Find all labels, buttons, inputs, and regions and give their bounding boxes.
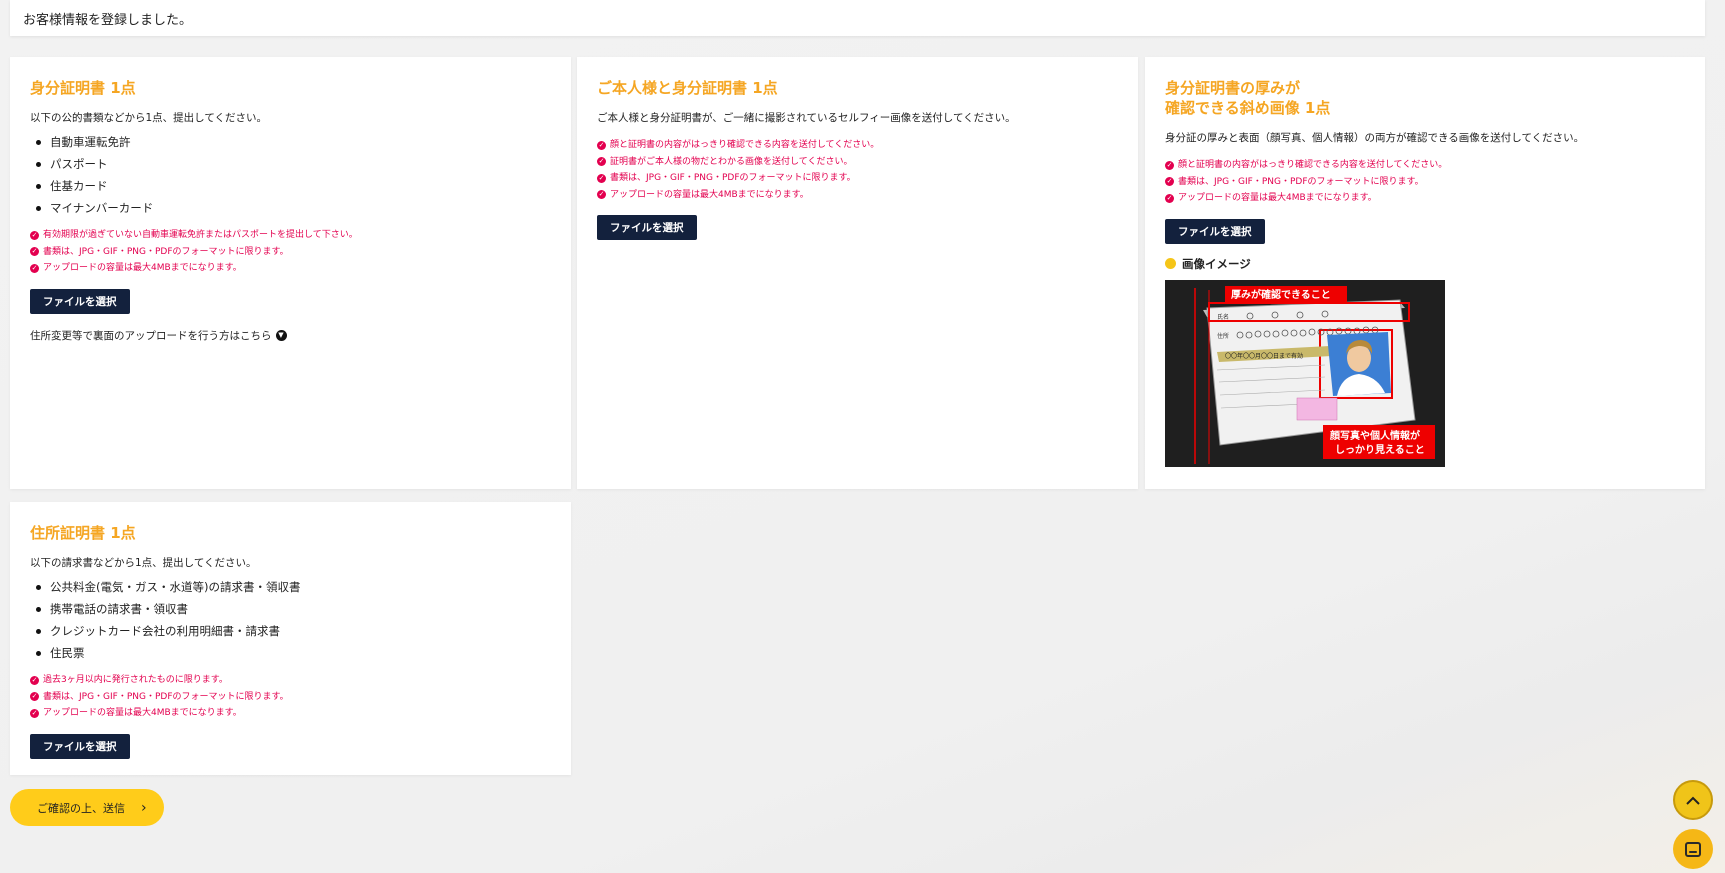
image-sample-label: 画像イメージ: [1165, 256, 1685, 272]
notes: ✓ 過去3ヶ月以内に発行されたものに限ります。 ✓ 書類は、JPG・GIF・PNG・…: [30, 672, 551, 722]
svg-text:しっかり見えること: しっかり見えること: [1335, 444, 1425, 456]
dot-icon: [1165, 258, 1176, 269]
address-change-link[interactable]: 住所変更等で裏面のアップロードを行う方はこちら ▼: [30, 328, 551, 343]
notes: ✓ 顔と証明書の内容がはっきり確認できる内容を送付してください。 ✓ 証明書がご本人…: [597, 137, 1118, 203]
card-selfie: ご本人様と身分証明書 1点 ご本人様と身分証明書が、ご一緒に撮影されているセルフ…: [577, 57, 1138, 489]
note-item: ✓ アップロードの容量は最大4MBまでになります。: [597, 189, 809, 200]
card-title: 身分証明書 1点: [30, 79, 136, 97]
list-item: 住基カード: [30, 175, 551, 197]
submit-label[interactable]: ご確認の上、送信: [37, 800, 125, 816]
note-item: ✓ 書類は、JPG・GIF・PNG・PDFのフォーマットに限ります。: [1165, 176, 1424, 187]
check-circle-icon: ✓: [1165, 177, 1174, 187]
check-circle-icon: ✓: [30, 263, 39, 273]
card-id-document: 身分証明書 1点 以下の公的書類などから1点、提出してください。 自動車運転免許…: [10, 57, 571, 489]
check-circle-icon: ✓: [30, 230, 39, 240]
card-address-proof: 住所証明書 1点 以下の請求書などから1点、提出してください。 公共料金(電気・…: [10, 502, 571, 775]
check-circle-icon: ✓: [597, 173, 606, 183]
card-description: 以下の公的書類などから1点、提出してください。: [30, 112, 268, 124]
notes: ✓ 顔と証明書の内容がはっきり確認できる内容を送付してください。 ✓ 書類は、JPG…: [1165, 157, 1685, 207]
check-circle-icon: ✓: [597, 157, 606, 167]
notice-text: お客様情報を登録しました。: [23, 13, 193, 28]
scroll-to-top-button[interactable]: [1673, 780, 1713, 820]
chevron-right-icon: ›: [141, 799, 147, 816]
card-description: ご本人様と身分証明書が、ご一緒に撮影されているセルフィー画像を送付してください。: [597, 112, 1016, 124]
svg-text:住所: 住所: [1217, 332, 1229, 340]
note-item: ✓ アップロードの容量は最大4MBまでになります。: [30, 263, 242, 273]
note-item: ✓ アップロードの容量は最大4MBまでになります。: [30, 708, 242, 718]
check-circle-icon: ✓: [30, 708, 39, 718]
sample-id-image: 氏名 住所 〇〇年〇〇月〇〇日まで有効 厚みが確認できること 顔写真や個人情報が…: [1165, 279, 1445, 467]
notes: ✓ 有効期限が過ぎていない自動車運転免許またはパスポートを提出して下さい。 ✓ 書類…: [30, 227, 551, 277]
note-item: ✓ 書類は、JPG・GIF・PNG・PDFのフォーマットに限ります。: [30, 691, 289, 702]
list-item: 自動車運転免許: [30, 131, 551, 153]
check-circle-icon: ✓: [597, 140, 606, 150]
card-description: 身分証の厚みと表面（顔写真、個人情報）の両方が確認できる画像を送付してください。: [1165, 132, 1585, 144]
svg-text:氏名: 氏名: [1217, 313, 1229, 321]
note-item: ✓ 証明書がご本人様の物だとわかる画像を送付してください。: [597, 156, 853, 167]
note-item: ✓ 書類は、JPG・GIF・PNG・PDFのフォーマットに限ります。: [30, 246, 289, 257]
check-circle-icon: ✓: [30, 692, 39, 702]
card-title: ご本人様と身分証明書 1点: [597, 79, 778, 97]
chat-icon: [1685, 841, 1701, 857]
note-item: ✓ 有効期限が過ぎていない自動車運転免許またはパスポートを提出して下さい。: [30, 230, 358, 240]
svg-text:顔写真や個人情報が: 顔写真や個人情報が: [1329, 429, 1421, 442]
note-item: ✓ 過去3ヶ月以内に発行されたものに限ります。: [30, 675, 228, 685]
card-angled-id: 身分証明書の厚みが 確認できる斜め画像 1点 身分証の厚みと表面（顔写真、個人情…: [1145, 57, 1705, 489]
list-item: 住民票: [30, 642, 551, 664]
document-list: 公共料金(電気・ガス・水道等)の請求書・領収書 携帯電話の請求書・領収書 クレジ…: [30, 576, 551, 664]
note-item: ✓ アップロードの容量は最大4MBまでになります。: [1165, 193, 1377, 203]
note-item: ✓ 書類は、JPG・GIF・PNG・PDFのフォーマットに限ります。: [597, 173, 856, 183]
check-circle-icon: ✓: [30, 675, 39, 685]
list-item: クレジットカード会社の利用明細書・請求書: [30, 620, 551, 642]
check-circle-icon: ✓: [1165, 160, 1174, 170]
document-list: 自動車運転免許 パスポート 住基カード マイナンバーカード: [30, 131, 551, 219]
submit-button[interactable]: ご確認の上、送信 ›: [10, 789, 164, 826]
chevron-up-icon: [1685, 790, 1701, 811]
check-circle-icon: ✓: [1165, 193, 1174, 203]
choose-file-button[interactable]: ファイルを選択: [30, 733, 130, 759]
note-item: ✓ 顔と証明書の内容がはっきり確認できる内容を送付してください。: [1165, 160, 1448, 170]
list-item: 携帯電話の請求書・領収書: [30, 598, 551, 620]
list-item: パスポート: [30, 153, 551, 175]
svg-text:厚みが確認できること: 厚みが確認できること: [1231, 288, 1331, 301]
chevron-down-icon: ▼: [275, 329, 287, 341]
check-circle-icon: ✓: [597, 190, 606, 200]
choose-file-button[interactable]: ファイルを選択: [30, 288, 130, 314]
check-circle-icon: ✓: [30, 247, 39, 257]
chat-button[interactable]: [1673, 829, 1713, 869]
card-description: 以下の請求書などから1点、提出してください。: [30, 557, 257, 569]
list-item: マイナンバーカード: [30, 197, 551, 219]
choose-file-button[interactable]: ファイルを選択: [1165, 218, 1265, 244]
card-title: 住所証明書 1点: [30, 524, 136, 542]
choose-file-button[interactable]: ファイルを選択: [597, 215, 697, 240]
card-title: 身分証明書の厚みが 確認できる斜め画像 1点: [1165, 79, 1331, 117]
registration-notice: お客様情報を登録しました。: [10, 0, 1705, 36]
list-item: 公共料金(電気・ガス・水道等)の請求書・領収書: [30, 576, 551, 598]
svg-text:〇〇年〇〇月〇〇日まで有効: 〇〇年〇〇月〇〇日まで有効: [1225, 352, 1303, 360]
note-item: ✓ 顔と証明書の内容がはっきり確認できる内容を送付してください。: [597, 140, 880, 150]
